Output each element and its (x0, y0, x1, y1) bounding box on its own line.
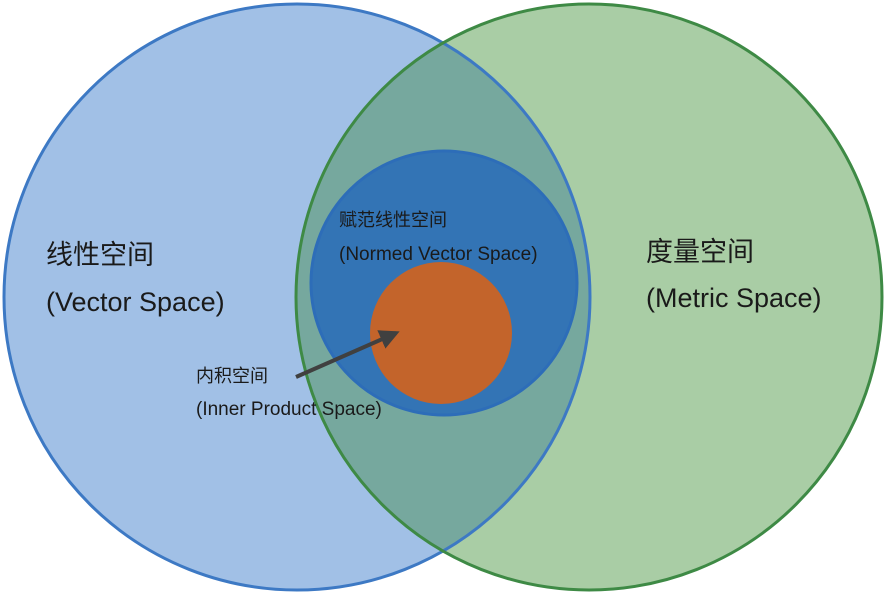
normed-vector-space-label-en: (Normed Vector Space) (339, 244, 538, 265)
metric-space-label-cn: 度量空间 (646, 237, 754, 268)
vector-space-label-en: (Vector Space) (46, 287, 225, 317)
normed-vector-space-label-cn: 赋范线性空间 (339, 210, 447, 231)
inner-product-space-label-en: (Inner Product Space) (196, 399, 382, 420)
metric-space-label-en: (Metric Space) (646, 283, 822, 313)
inner-product-space-label-cn: 内积空间 (196, 366, 268, 387)
vector-space-label-cn: 线性空间 (46, 240, 154, 271)
venn-diagram: 线性空间 (Vector Space) 度量空间 (Metric Space) … (2, 2, 884, 592)
